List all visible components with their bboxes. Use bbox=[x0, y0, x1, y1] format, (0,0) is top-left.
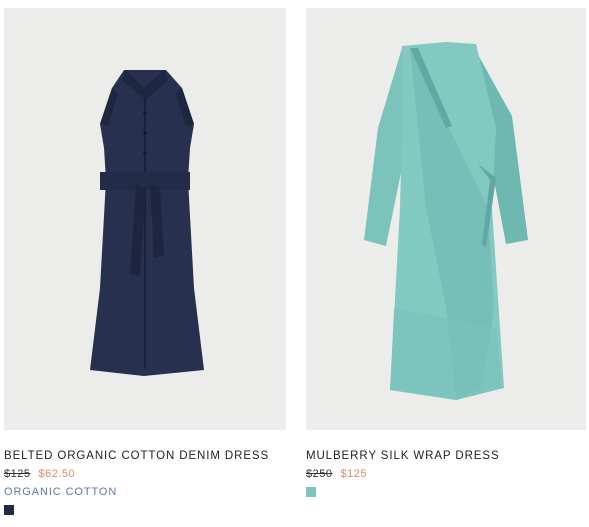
product-prices: $250 $125 bbox=[306, 468, 586, 480]
product-image[interactable] bbox=[306, 8, 586, 430]
sale-price: $125 bbox=[340, 468, 367, 480]
product-image[interactable] bbox=[4, 8, 286, 430]
product-card[interactable]: BELTED ORGANIC COTTON DENIM DRESS $125 $6… bbox=[4, 8, 286, 515]
original-price: $250 bbox=[306, 468, 333, 480]
original-price: $125 bbox=[4, 468, 31, 480]
color-swatch[interactable] bbox=[306, 487, 316, 497]
denim-dress-icon bbox=[90, 70, 204, 376]
product-title[interactable]: MULBERRY SILK WRAP DRESS bbox=[306, 450, 586, 462]
silk-wrap-dress-icon bbox=[364, 42, 528, 400]
color-swatch[interactable] bbox=[4, 505, 14, 515]
product-tag: ORGANIC COTTON bbox=[4, 486, 118, 498]
product-card[interactable]: MULBERRY SILK WRAP DRESS $250 $125 bbox=[306, 8, 586, 497]
product-prices: $125 $62.50 bbox=[4, 468, 286, 480]
sale-price: $62.50 bbox=[38, 468, 76, 480]
product-title[interactable]: BELTED ORGANIC COTTON DENIM DRESS bbox=[4, 450, 286, 462]
